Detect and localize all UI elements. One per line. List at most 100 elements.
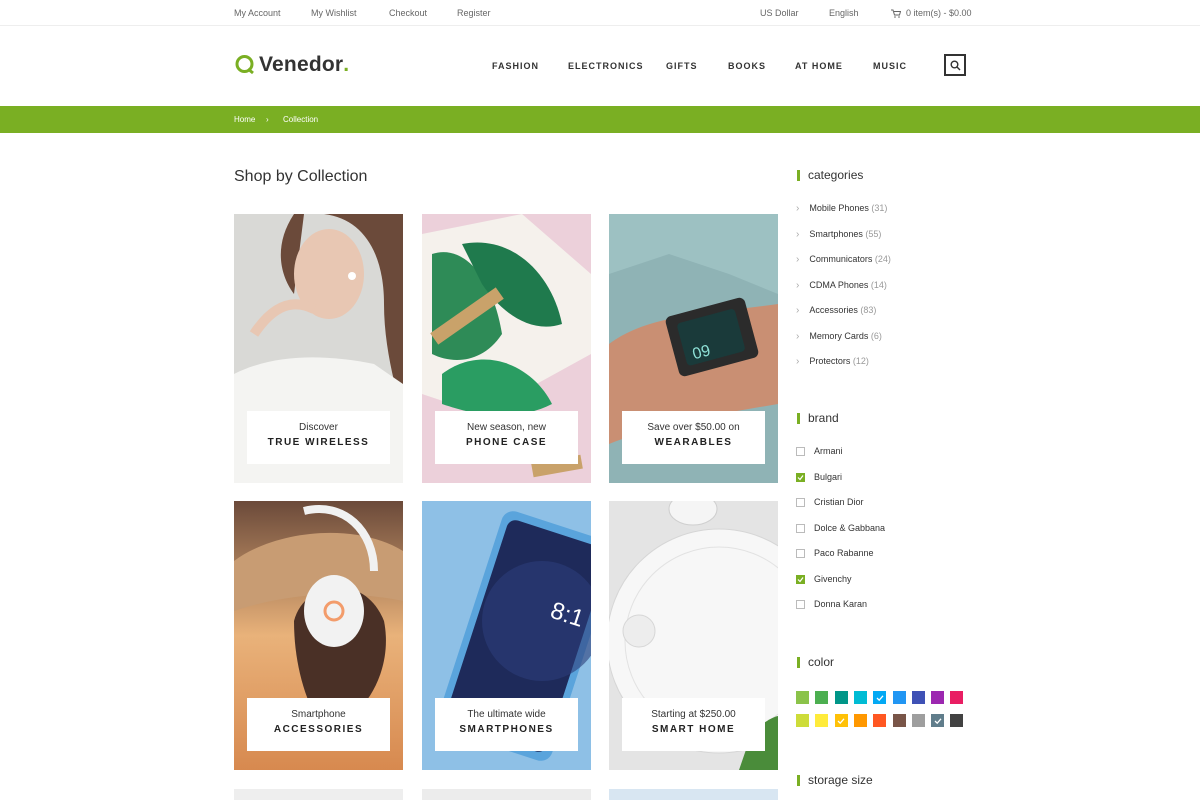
color-swatch[interactable] xyxy=(911,691,925,704)
card-title: WEARABLES xyxy=(654,437,733,448)
card-label: Discover TRUE WIRELESS xyxy=(247,411,390,464)
chevron-right-icon: › xyxy=(796,203,800,214)
card-subtitle: Smartphone xyxy=(291,709,346,720)
nav-at-home[interactable]: AT HOME xyxy=(795,61,843,71)
color-swatch[interactable] xyxy=(931,691,945,704)
nav-gifts[interactable]: GIFTS xyxy=(666,61,698,71)
breadcrumb: Home › Collection xyxy=(0,106,1200,133)
collection-card-partial[interactable] xyxy=(234,789,403,800)
storage-size-heading: storage size xyxy=(797,774,873,786)
category-item[interactable]: › Communicators (24) xyxy=(796,254,891,265)
card-subtitle: The ultimate wide xyxy=(467,709,546,720)
card-title: SMART HOME xyxy=(651,724,736,735)
color-swatch[interactable] xyxy=(815,714,829,727)
brand-name: Paco Rabanne xyxy=(814,548,874,558)
checkbox-checked[interactable] xyxy=(796,574,805,584)
color-swatch[interactable] xyxy=(853,691,867,704)
category-count: (12) xyxy=(852,356,869,366)
color-swatch[interactable] xyxy=(834,691,848,704)
cart-link[interactable]: 0 item(s) - $0.00 xyxy=(891,8,972,18)
collection-card-smart-home[interactable]: Starting at $250.00 SMART HOME xyxy=(609,501,778,770)
chevron-right-icon: › xyxy=(796,305,800,316)
card-subtitle: New season, new xyxy=(467,422,546,433)
brand-filter-item[interactable]: Armani xyxy=(796,446,843,456)
language-selector[interactable]: English xyxy=(829,8,859,18)
category-item[interactable]: › CDMA Phones (14) xyxy=(796,280,887,291)
checkbox[interactable] xyxy=(796,523,805,533)
checkout-link[interactable]: Checkout xyxy=(389,8,427,18)
collection-card-phone-case[interactable]: New season, new PHONE CASE xyxy=(422,214,591,483)
category-count: (31) xyxy=(871,203,888,213)
category-item[interactable]: › Mobile Phones (31) xyxy=(796,203,887,214)
collection-card-true-wireless[interactable]: Discover TRUE WIRELESS xyxy=(234,214,403,483)
brand-name: Dolce & Gabbana xyxy=(814,523,886,533)
brand-filter-item[interactable]: Dolce & Gabbana xyxy=(796,523,885,533)
collection-card-accessories[interactable]: Smartphone ACCESSORIES xyxy=(234,501,403,770)
category-count: (83) xyxy=(860,305,877,315)
category-name: Protectors xyxy=(809,356,851,366)
color-swatch[interactable] xyxy=(892,691,906,704)
currency-selector[interactable]: US Dollar xyxy=(760,8,799,18)
my-wishlist-link[interactable]: My Wishlist xyxy=(311,8,357,18)
collection-card-wearables[interactable]: 09 Save over $50.00 on WEARABLES xyxy=(609,214,778,483)
checkbox[interactable] xyxy=(796,497,805,507)
category-item[interactable]: › Smartphones (55) xyxy=(796,229,881,240)
checkbox[interactable] xyxy=(796,548,805,558)
card-title: SMARTPHONES xyxy=(459,724,554,735)
category-count: (14) xyxy=(870,280,887,290)
card-subtitle: Starting at $250.00 xyxy=(651,709,736,720)
brand-filter-item[interactable]: Donna Karan xyxy=(796,599,867,609)
category-name: Communicators xyxy=(809,254,873,264)
nav-fashion[interactable]: FASHION xyxy=(492,61,539,71)
category-name: Smartphones xyxy=(809,229,863,239)
logo[interactable]: Venedor. xyxy=(234,53,349,77)
brand-filter-item[interactable]: Bulgari xyxy=(796,472,842,482)
collection-card-partial[interactable] xyxy=(609,789,778,800)
color-swatch[interactable] xyxy=(911,714,925,727)
category-name: Mobile Phones xyxy=(809,203,869,213)
chevron-right-icon: › xyxy=(796,229,800,240)
search-icon xyxy=(950,60,960,70)
logo-text: Venedor xyxy=(259,53,344,76)
collection-card-partial[interactable] xyxy=(422,789,591,800)
nav-music[interactable]: MUSIC xyxy=(873,61,907,71)
color-swatch[interactable] xyxy=(815,691,829,704)
nav-books[interactable]: BOOKS xyxy=(728,61,766,71)
color-swatch[interactable] xyxy=(796,714,809,727)
chevron-right-icon: › xyxy=(796,280,800,291)
category-name: Memory Cards xyxy=(809,331,869,341)
search-button[interactable] xyxy=(944,54,966,76)
chevron-right-icon: › xyxy=(796,254,800,265)
category-item[interactable]: › Memory Cards (6) xyxy=(796,331,882,342)
brand-filter-item[interactable]: Paco Rabanne xyxy=(796,548,874,558)
breadcrumb-home[interactable]: Home xyxy=(234,115,255,124)
breadcrumb-separator: › xyxy=(266,115,269,124)
color-swatch[interactable] xyxy=(950,714,964,727)
my-account-link[interactable]: My Account xyxy=(234,8,281,18)
register-link[interactable]: Register xyxy=(457,8,491,18)
color-swatch[interactable] xyxy=(873,714,887,727)
collection-card-smartphones[interactable]: 8:1 The ultimate wide SMARTPHONES xyxy=(422,501,591,770)
nav-electronics[interactable]: ELECTRONICS xyxy=(568,61,644,71)
checkbox-checked[interactable] xyxy=(796,472,805,482)
category-name: CDMA Phones xyxy=(809,280,869,290)
color-swatch[interactable] xyxy=(873,691,887,704)
category-item[interactable]: › Accessories (83) xyxy=(796,305,876,316)
brand-filter-item[interactable]: Cristian Dior xyxy=(796,497,864,507)
color-swatch[interactable] xyxy=(950,691,964,704)
color-swatch[interactable] xyxy=(834,714,848,727)
color-swatch[interactable] xyxy=(796,691,809,704)
brand-name: Givenchy xyxy=(814,574,852,584)
checkbox[interactable] xyxy=(796,446,805,456)
top-bar: My Account My Wishlist Checkout Register… xyxy=(0,0,1200,26)
color-swatch[interactable] xyxy=(853,714,867,727)
checkbox[interactable] xyxy=(796,599,805,609)
category-item[interactable]: › Protectors (12) xyxy=(796,356,869,367)
logo-dot: . xyxy=(343,53,350,76)
color-swatch[interactable] xyxy=(892,714,906,727)
brand-name: Donna Karan xyxy=(814,599,868,609)
brand-name: Bulgari xyxy=(814,472,843,482)
color-swatch[interactable] xyxy=(931,714,945,727)
brand-filter-item[interactable]: Givenchy xyxy=(796,574,852,584)
card-label: The ultimate wide SMARTPHONES xyxy=(435,698,578,751)
